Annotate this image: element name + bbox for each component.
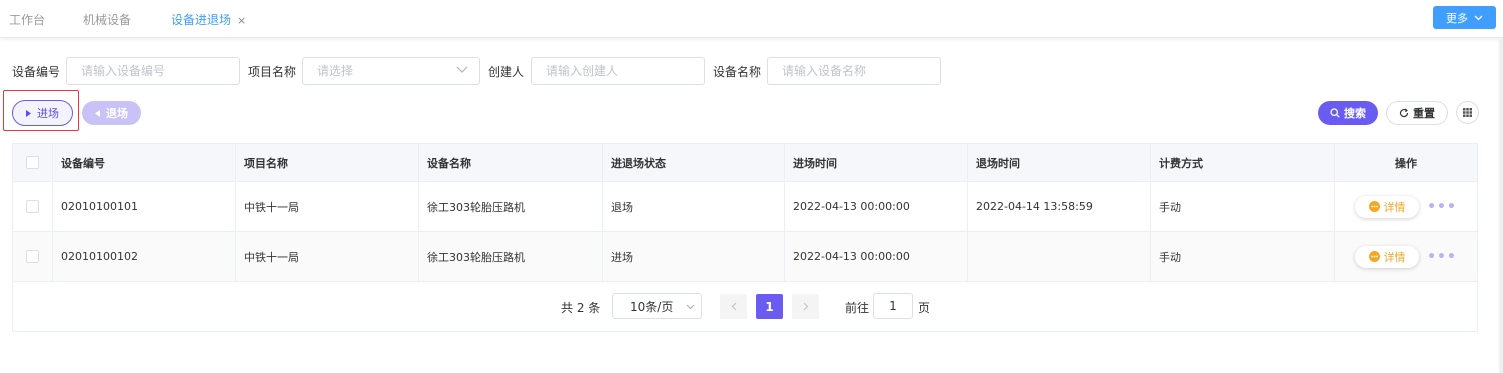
device-no-input[interactable] bbox=[66, 57, 240, 85]
grid-icon bbox=[1463, 108, 1472, 117]
cell-status: 进场 bbox=[603, 232, 785, 281]
cell-actions: 详情 ••• bbox=[1335, 232, 1477, 281]
exit-button[interactable]: 退场 bbox=[82, 101, 141, 125]
next-page-button[interactable] bbox=[792, 294, 819, 319]
chevron-left-icon bbox=[731, 302, 736, 311]
tab-label: 设备进退场 bbox=[171, 13, 232, 27]
cell-device-name: 徐工303轮胎压路机 bbox=[419, 182, 603, 231]
column-header[interactable]: 项目名称 bbox=[236, 144, 419, 181]
cell-device-no: 02010100101 bbox=[53, 182, 236, 231]
scrollbar[interactable] bbox=[1499, 38, 1503, 373]
enter-button[interactable]: 进场 bbox=[12, 100, 73, 126]
column-settings-button[interactable] bbox=[1456, 101, 1479, 124]
enter-button-label: 进场 bbox=[37, 107, 59, 120]
tab-workbench[interactable]: 工作台 bbox=[9, 11, 45, 28]
table-header: 设备编号 项目名称 设备名称 进退场状态 进场时间 退场时间 计费方式 操作 bbox=[13, 144, 1477, 182]
chevron-right-icon bbox=[803, 302, 808, 311]
more-actions-icon[interactable]: ••• bbox=[1427, 199, 1457, 215]
caret-left-icon bbox=[95, 109, 100, 117]
caret-right-icon bbox=[26, 109, 31, 117]
cell-project: 中铁十一局 bbox=[236, 232, 419, 281]
device-name-input[interactable] bbox=[767, 57, 941, 85]
chevron-down-icon bbox=[456, 66, 468, 73]
cell-billing: 手动 bbox=[1151, 232, 1335, 281]
cell-exit-time bbox=[968, 232, 1151, 281]
cell-exit-time: 2022-04-14 13:58:59 bbox=[968, 182, 1151, 231]
goto-page-input[interactable] bbox=[873, 293, 913, 319]
cell-entry-time: 2022-04-13 00:00:00 bbox=[785, 182, 968, 231]
device-name-label: 设备名称 bbox=[713, 65, 762, 79]
more-actions-icon[interactable]: ••• bbox=[1427, 249, 1457, 265]
cell-entry-time: 2022-04-13 00:00:00 bbox=[785, 232, 968, 281]
column-header[interactable]: 设备名称 bbox=[419, 144, 603, 181]
more-circle-icon bbox=[1368, 201, 1380, 212]
row-select-cell bbox=[13, 232, 53, 281]
cell-actions: 详情 ••• bbox=[1335, 182, 1477, 231]
goto-label: 前往 bbox=[845, 301, 870, 315]
detail-button-label: 详情 bbox=[1383, 250, 1406, 264]
page-size-value: 10条/页 bbox=[630, 299, 674, 314]
close-icon[interactable]: × bbox=[237, 14, 246, 27]
cell-project: 中铁十一局 bbox=[236, 182, 419, 231]
detail-button[interactable]: 详情 bbox=[1355, 245, 1420, 268]
select-all-checkbox[interactable] bbox=[26, 156, 39, 169]
search-button[interactable]: 搜索 bbox=[1318, 101, 1378, 125]
project-label: 项目名称 bbox=[248, 65, 297, 79]
row-select-cell bbox=[13, 182, 53, 231]
page-number-current[interactable]: 1 bbox=[756, 294, 783, 319]
table-row[interactable]: 02010100102 中铁十一局 徐工303轮胎压路机 进场 2022-04-… bbox=[13, 232, 1477, 282]
detail-button[interactable]: 详情 bbox=[1355, 195, 1420, 218]
creator-input[interactable] bbox=[531, 57, 705, 85]
column-header[interactable]: 计费方式 bbox=[1151, 144, 1335, 181]
refresh-icon bbox=[1399, 108, 1409, 118]
search-icon bbox=[1330, 108, 1340, 118]
more-button[interactable]: 更多 bbox=[1433, 6, 1496, 29]
exit-button-label: 退场 bbox=[106, 107, 128, 120]
search-button-label: 搜索 bbox=[1344, 107, 1366, 120]
more-circle-icon bbox=[1368, 251, 1380, 262]
tab-device-entry-exit[interactable]: 设备进退场 × bbox=[171, 11, 246, 28]
row-checkbox[interactable] bbox=[26, 200, 39, 213]
more-button-label: 更多 bbox=[1446, 11, 1468, 25]
cell-device-name: 徐工303轮胎压路机 bbox=[419, 232, 603, 281]
page-unit-label: 页 bbox=[918, 301, 931, 315]
prev-page-button[interactable] bbox=[720, 294, 747, 319]
cell-status: 退场 bbox=[603, 182, 785, 231]
column-header[interactable]: 进退场状态 bbox=[603, 144, 785, 181]
select-all-cell bbox=[13, 144, 53, 181]
device-no-label: 设备编号 bbox=[12, 65, 61, 79]
detail-button-label: 详情 bbox=[1383, 200, 1406, 214]
tab-machinery[interactable]: 机械设备 bbox=[83, 11, 131, 28]
cell-billing: 手动 bbox=[1151, 182, 1335, 231]
column-header[interactable]: 退场时间 bbox=[968, 144, 1151, 181]
page-size-select[interactable]: 10条/页 bbox=[612, 293, 702, 319]
cell-device-no: 02010100102 bbox=[53, 232, 236, 281]
chevron-down-icon bbox=[686, 304, 695, 310]
project-select[interactable] bbox=[302, 57, 480, 85]
column-header[interactable]: 进场时间 bbox=[785, 144, 968, 181]
chevron-down-icon bbox=[1474, 15, 1483, 20]
column-header[interactable]: 设备编号 bbox=[53, 144, 236, 181]
table-row[interactable]: 02010100101 中铁十一局 徐工303轮胎压路机 退场 2022-04-… bbox=[13, 182, 1477, 232]
creator-label: 创建人 bbox=[488, 65, 525, 79]
reset-button[interactable]: 重置 bbox=[1386, 101, 1448, 125]
reset-button-label: 重置 bbox=[1413, 107, 1435, 120]
pagination-total: 共 2 条 bbox=[561, 301, 601, 315]
tab-bar: 工作台 机械设备 设备进退场 × 更多 bbox=[0, 0, 1503, 38]
row-checkbox[interactable] bbox=[26, 250, 39, 263]
column-header: 操作 bbox=[1395, 156, 1417, 170]
